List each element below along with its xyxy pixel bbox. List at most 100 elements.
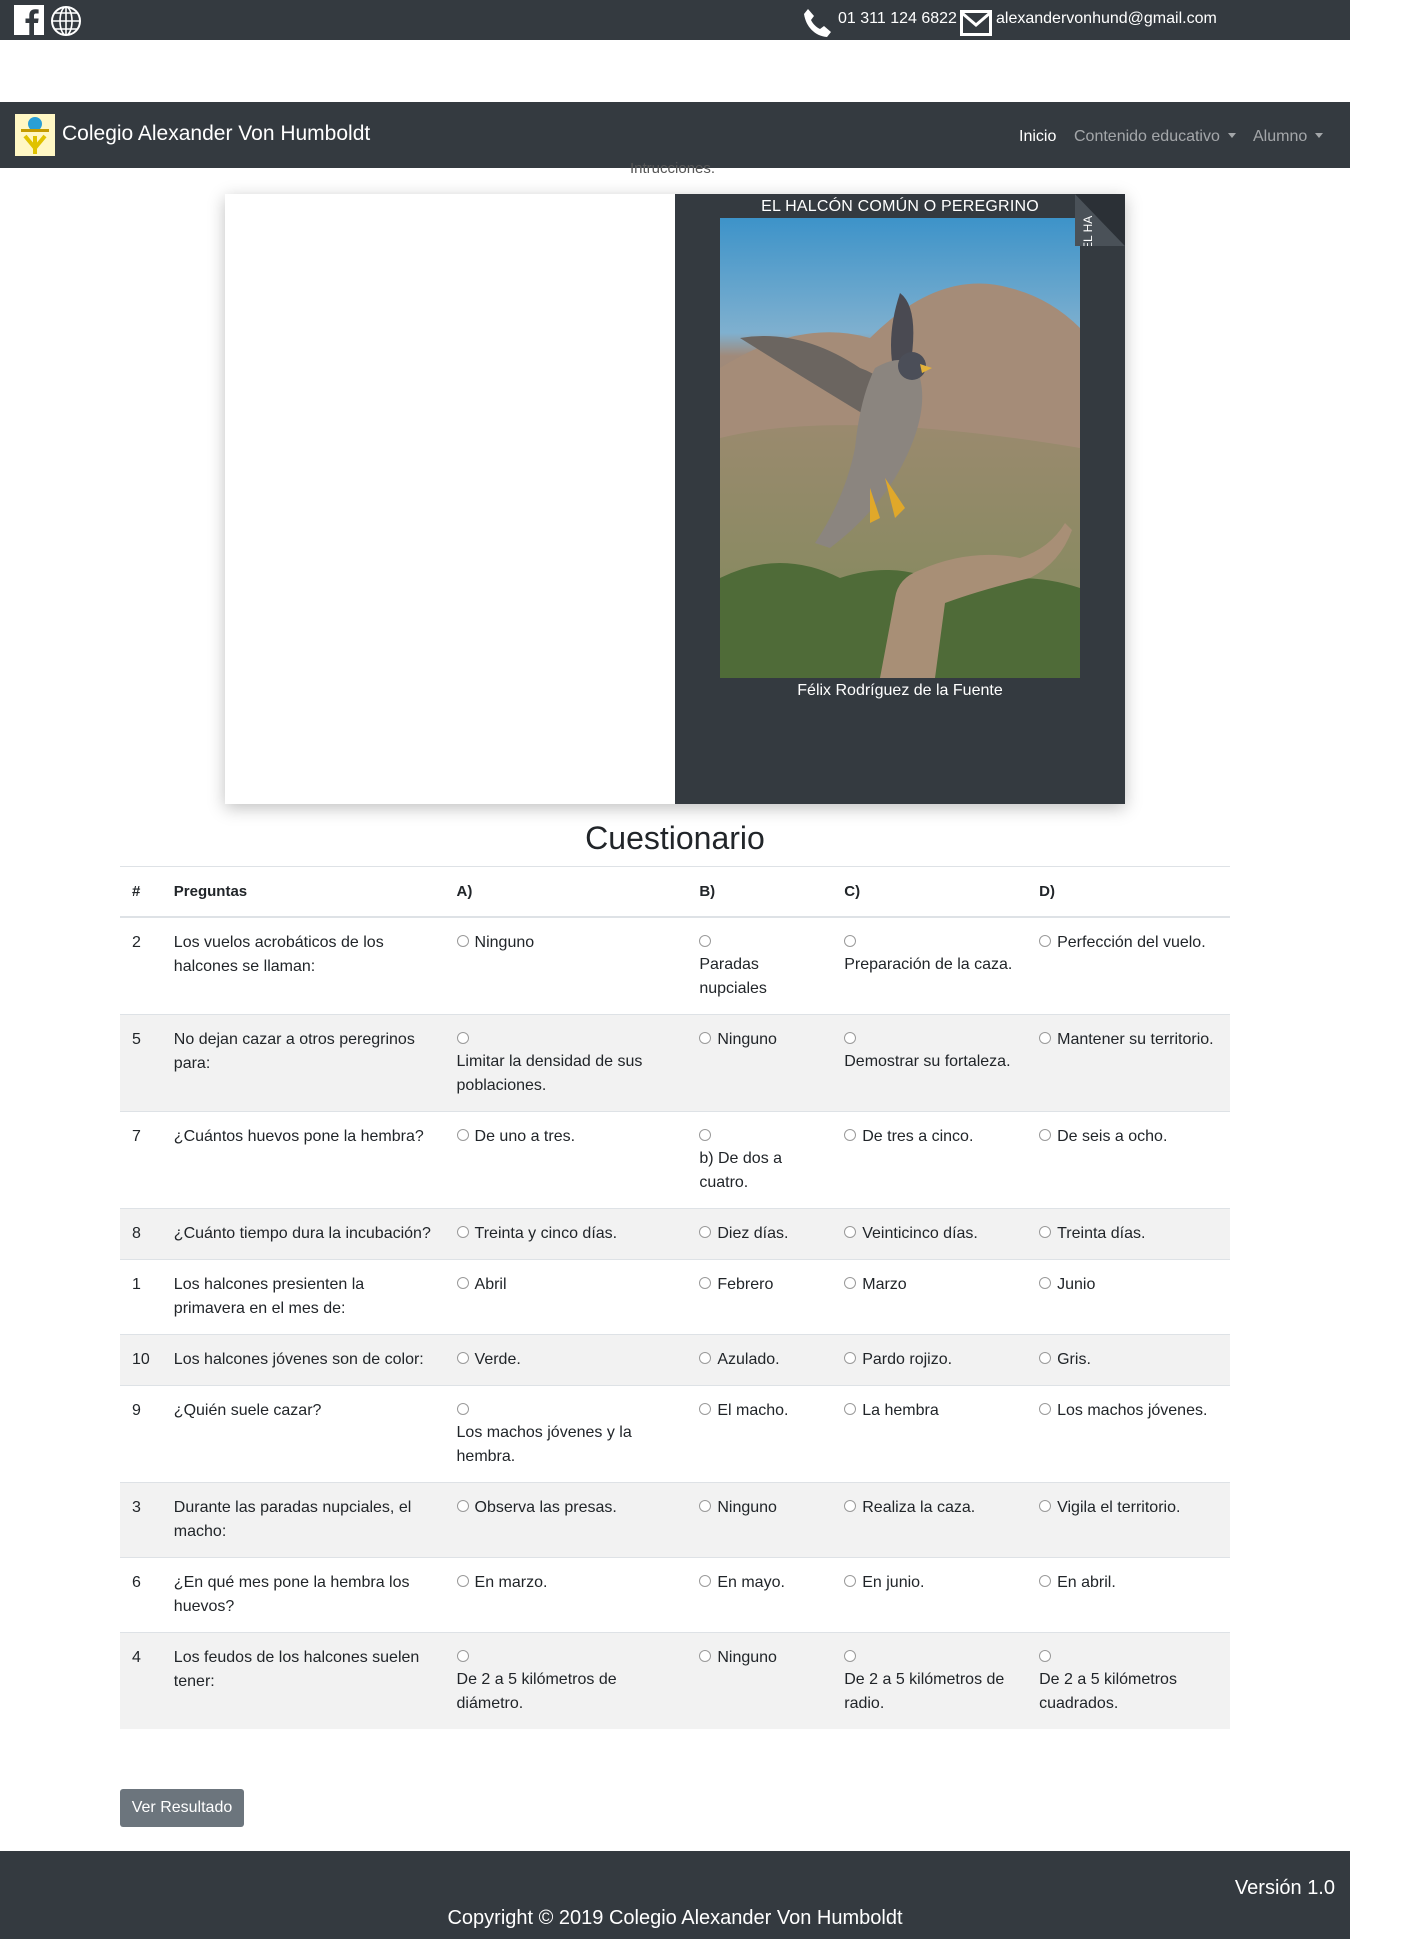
facebook-icon[interactable] xyxy=(14,5,44,35)
option-b[interactable]: b) De dos a cuatro. xyxy=(687,1111,833,1209)
radio-option-c[interactable] xyxy=(844,1575,857,1587)
radio-option-a[interactable] xyxy=(456,1032,469,1044)
question-number: 10 xyxy=(120,1334,162,1386)
option-d[interactable]: Treinta días. xyxy=(1027,1208,1230,1260)
radio-option-b[interactable] xyxy=(699,1277,712,1289)
option-d[interactable]: Los machos jóvenes. xyxy=(1027,1385,1230,1483)
book-right-page[interactable]: EL HALCÓN COMÚN O PEREGRINO Félix Rodríg… xyxy=(675,194,1125,804)
radio-option-b[interactable] xyxy=(699,1226,712,1238)
option-d[interactable]: De 2 a 5 kilómetros cuadrados. xyxy=(1027,1632,1230,1729)
option-a[interactable]: Treinta y cinco días. xyxy=(444,1208,688,1260)
option-a[interactable]: Observa las presas. xyxy=(444,1482,688,1558)
radio-option-c[interactable] xyxy=(844,1129,857,1141)
book-left-page[interactable] xyxy=(225,194,675,804)
option-b[interactable]: Azulado. xyxy=(687,1334,833,1386)
radio-option-d[interactable] xyxy=(1039,1129,1052,1141)
option-c[interactable]: Realiza la caza. xyxy=(832,1482,1028,1558)
radio-option-d[interactable] xyxy=(1039,1352,1052,1364)
option-a-label: Observa las presas. xyxy=(474,1499,617,1516)
option-d-label: Los machos jóvenes. xyxy=(1057,1402,1208,1419)
email-address[interactable]: alexandervonhund@gmail.com xyxy=(996,10,1217,28)
radio-option-b[interactable] xyxy=(699,935,712,947)
option-b-label: Ninguno xyxy=(717,1031,777,1048)
option-a[interactable]: Los machos jóvenes y la hembra. xyxy=(444,1385,688,1483)
option-c[interactable]: De 2 a 5 kilómetros de radio. xyxy=(832,1632,1028,1729)
page-corner-fold[interactable]: EL HA xyxy=(1075,194,1125,246)
radio-option-d[interactable] xyxy=(1039,1226,1052,1238)
option-b[interactable]: Febrero xyxy=(687,1259,833,1335)
option-d[interactable]: En abril. xyxy=(1027,1557,1230,1633)
option-d[interactable]: Perfección del vuelo. xyxy=(1027,916,1230,1015)
radio-option-d[interactable] xyxy=(1039,1403,1052,1415)
radio-option-b[interactable] xyxy=(699,1032,712,1044)
radio-option-d[interactable] xyxy=(1039,935,1052,947)
radio-option-c[interactable] xyxy=(844,1500,857,1512)
option-a[interactable]: De uno a tres. xyxy=(444,1111,688,1209)
radio-option-c[interactable] xyxy=(844,1032,857,1044)
option-c[interactable]: Marzo xyxy=(832,1259,1028,1335)
radio-option-c[interactable] xyxy=(844,1226,857,1238)
radio-option-a[interactable] xyxy=(456,1500,469,1512)
option-d[interactable]: Junio xyxy=(1027,1259,1230,1335)
option-a[interactable]: Abril xyxy=(444,1259,688,1335)
option-d[interactable]: De seis a ocho. xyxy=(1027,1111,1230,1209)
option-a[interactable]: En marzo. xyxy=(444,1557,688,1633)
radio-option-a[interactable] xyxy=(456,1650,469,1662)
option-a[interactable]: Limitar la densidad de sus poblaciones. xyxy=(444,1014,688,1112)
radio-option-b[interactable] xyxy=(699,1650,712,1662)
option-d[interactable]: Mantener su territorio. xyxy=(1027,1014,1230,1112)
option-b[interactable]: Ninguno xyxy=(687,1482,833,1558)
nav-inicio[interactable]: Inicio xyxy=(1019,128,1056,146)
radio-option-a[interactable] xyxy=(456,935,469,947)
phone-number[interactable]: 01 311 124 6822 xyxy=(838,10,957,28)
phone-icon[interactable] xyxy=(800,6,834,40)
radio-option-d[interactable] xyxy=(1039,1277,1052,1289)
brand-name[interactable]: Colegio Alexander Von Humboldt xyxy=(62,122,370,146)
radio-option-b[interactable] xyxy=(699,1575,712,1587)
radio-option-c[interactable] xyxy=(844,1403,857,1415)
ver-resultado-button[interactable]: Ver Resultado xyxy=(120,1789,244,1827)
radio-option-a[interactable] xyxy=(456,1352,469,1364)
option-b[interactable]: Paradas nupciales xyxy=(687,916,833,1015)
school-logo[interactable] xyxy=(15,114,55,156)
radio-option-a[interactable] xyxy=(456,1226,469,1238)
option-b[interactable]: Ninguno xyxy=(687,1632,833,1729)
option-b[interactable]: Ninguno xyxy=(687,1014,833,1112)
radio-option-d[interactable] xyxy=(1039,1650,1052,1662)
globe-icon[interactable] xyxy=(50,5,82,37)
radio-option-b[interactable] xyxy=(699,1500,712,1512)
option-c[interactable]: En junio. xyxy=(832,1557,1028,1633)
option-d[interactable]: Vigila el territorio. xyxy=(1027,1482,1230,1558)
option-b[interactable]: Diez días. xyxy=(687,1208,833,1260)
option-b[interactable]: En mayo. xyxy=(687,1557,833,1633)
option-c[interactable]: La hembra xyxy=(832,1385,1028,1483)
option-c[interactable]: Demostrar su fortaleza. xyxy=(832,1014,1028,1112)
mail-icon[interactable] xyxy=(960,10,992,36)
radio-option-c[interactable] xyxy=(844,1277,857,1289)
radio-option-c[interactable] xyxy=(844,1352,857,1364)
flipbook[interactable]: EL HALCÓN COMÚN O PEREGRINO Félix Rodríg… xyxy=(225,194,1125,804)
radio-option-a[interactable] xyxy=(456,1129,469,1141)
radio-option-a[interactable] xyxy=(456,1403,469,1415)
radio-option-a[interactable] xyxy=(456,1277,469,1289)
nav-contenido-educativo-dropdown[interactable]: Contenido educativo xyxy=(1074,128,1236,146)
nav-alumno-dropdown[interactable]: Alumno xyxy=(1253,128,1324,146)
radio-option-c[interactable] xyxy=(844,935,857,947)
radio-option-d[interactable] xyxy=(1039,1032,1052,1044)
radio-option-d[interactable] xyxy=(1039,1500,1052,1512)
option-d[interactable]: Gris. xyxy=(1027,1334,1230,1386)
radio-option-a[interactable] xyxy=(456,1575,469,1587)
radio-option-b[interactable] xyxy=(699,1403,712,1415)
option-c[interactable]: De tres a cinco. xyxy=(832,1111,1028,1209)
radio-option-b[interactable] xyxy=(699,1352,712,1364)
option-b[interactable]: El macho. xyxy=(687,1385,833,1483)
radio-option-b[interactable] xyxy=(699,1129,712,1141)
option-a[interactable]: De 2 a 5 kilómetros de diámetro. xyxy=(444,1632,688,1729)
option-a[interactable]: Ninguno xyxy=(444,916,688,1015)
option-c[interactable]: Preparación de la caza. xyxy=(832,916,1028,1015)
option-c[interactable]: Pardo rojizo. xyxy=(832,1334,1028,1386)
option-a[interactable]: Verde. xyxy=(444,1334,688,1386)
radio-option-c[interactable] xyxy=(844,1650,857,1662)
radio-option-d[interactable] xyxy=(1039,1575,1052,1587)
option-c[interactable]: Veinticinco días. xyxy=(832,1208,1028,1260)
